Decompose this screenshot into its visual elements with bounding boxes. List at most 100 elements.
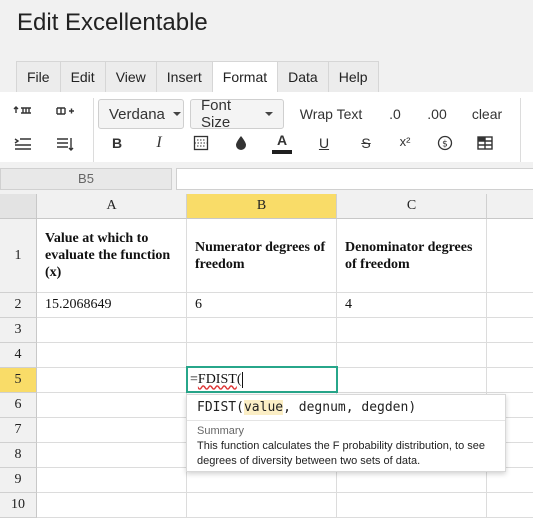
cell-a4[interactable] [37, 343, 187, 368]
bold-button[interactable]: B [106, 131, 128, 155]
menu-data[interactable]: Data [278, 62, 329, 92]
row-header-1[interactable]: 1 [0, 219, 37, 293]
cell-b3[interactable] [187, 318, 337, 343]
cell-c2[interactable]: 4 [337, 293, 487, 318]
cell-c3[interactable] [337, 318, 487, 343]
wrap-text-button[interactable]: Wrap Text [296, 102, 366, 126]
formula-open-paren: ( [236, 371, 242, 387]
row-header-6[interactable]: 6 [0, 393, 37, 418]
cell-d3[interactable] [487, 318, 533, 343]
underline-button[interactable]: U [313, 131, 335, 155]
indent-icon[interactable] [12, 132, 34, 156]
cell-b10[interactable] [187, 493, 337, 518]
cell-reference-box[interactable]: B5 [0, 168, 172, 190]
cell-c4[interactable] [337, 343, 487, 368]
row-header-9[interactable]: 9 [0, 468, 37, 493]
cell-b4[interactable] [187, 343, 337, 368]
column-header-b[interactable]: B [187, 194, 337, 219]
text-color-letter: A [276, 132, 288, 148]
font-size-dropdown[interactable]: Font Size [190, 97, 284, 131]
cell-d4[interactable] [487, 343, 533, 368]
insert-column-icon[interactable] [54, 102, 76, 126]
signature-function: FDIST( [197, 400, 244, 415]
menu-bar: File Edit View Insert Format Data Help [0, 56, 533, 92]
column-header-c[interactable]: C [337, 194, 487, 219]
insert-row-above-icon[interactable] [12, 102, 34, 126]
row-header-8[interactable]: 8 [0, 443, 37, 468]
menu-help[interactable]: Help [329, 62, 378, 92]
currency-icon[interactable]: $ [434, 131, 456, 155]
cell-a7[interactable] [37, 418, 187, 443]
cell-b1[interactable]: Numerator degrees of freedom [187, 219, 337, 293]
menu-edit[interactable]: Edit [61, 62, 106, 92]
cell-c10[interactable] [337, 493, 487, 518]
cell-d5[interactable] [487, 368, 533, 393]
cell-a2[interactable]: 15.2068649 [37, 293, 187, 318]
row-header-4[interactable]: 4 [0, 343, 37, 368]
cell-a5[interactable] [37, 368, 187, 393]
formula-function-name: FDIST [197, 371, 237, 387]
function-signature: FDIST(value, degnum, degden) [197, 400, 416, 415]
cell-a8[interactable] [37, 443, 187, 468]
cell-a9[interactable] [37, 468, 187, 493]
signature-remaining-arguments: , degnum, degden) [283, 400, 417, 415]
spreadsheet-grid: A B C 1 2 3 4 5 6 7 8 9 10 Value at whic… [0, 194, 533, 522]
menu-view[interactable]: View [106, 62, 157, 92]
italic-button[interactable]: I [148, 131, 170, 155]
cell-editor-b5[interactable]: = FDIST( [186, 366, 338, 393]
row-header-10[interactable]: 10 [0, 493, 37, 518]
decrease-decimal-button[interactable]: .0 [382, 102, 408, 126]
signature-active-argument: value [243, 400, 284, 415]
row-header-7[interactable]: 7 [0, 418, 37, 443]
formula-prefix: = [190, 371, 198, 387]
superscript-button[interactable]: x² [394, 129, 416, 153]
cell-a3[interactable] [37, 318, 187, 343]
svg-text:$: $ [442, 140, 448, 150]
cell-b2[interactable]: 6 [187, 293, 337, 318]
font-family-dropdown[interactable]: Verdana [98, 99, 184, 129]
column-header-a[interactable]: A [37, 194, 187, 219]
row-header-5[interactable]: 5 [0, 368, 37, 393]
title-bar: Edit Excellentable [0, 0, 533, 56]
increase-decimal-button[interactable]: .00 [422, 102, 452, 126]
merge-cells-icon[interactable] [474, 131, 496, 155]
font-size-value: Font Size [201, 97, 232, 131]
menu-insert[interactable]: Insert [157, 62, 213, 92]
formula-bar: B5 [0, 162, 533, 194]
cell-a6[interactable] [37, 393, 187, 418]
tooltip-divider [187, 420, 505, 421]
row-header-3[interactable]: 3 [0, 318, 37, 343]
formula-input[interactable] [176, 168, 533, 190]
text-color-swatch [272, 150, 292, 154]
cell-d10[interactable] [487, 493, 533, 518]
row-header-2[interactable]: 2 [0, 293, 37, 318]
summary-text: This function calculates the F probabili… [197, 440, 485, 467]
strikethrough-button[interactable]: S [355, 131, 377, 155]
cell-a1[interactable]: Value at which to evaluate the function … [37, 219, 187, 293]
menu-file[interactable]: File [17, 62, 61, 92]
outdent-icon[interactable] [54, 132, 76, 156]
format-toolbar: Verdana Font Size Wrap Text .0 .00 clear… [0, 92, 533, 162]
cell-c1[interactable]: Denominator degrees of freedom [337, 219, 487, 293]
cell-d2[interactable] [487, 293, 533, 318]
menu-tabs: File Edit View Insert Format Data Help [16, 61, 379, 92]
select-all-corner[interactable] [0, 194, 37, 219]
borders-icon[interactable] [190, 131, 212, 155]
chevron-down-icon [172, 112, 181, 116]
menu-format[interactable]: Format [212, 62, 279, 92]
fill-color-icon[interactable] [230, 131, 252, 155]
clear-button[interactable]: clear [468, 102, 506, 126]
cell-a10[interactable] [37, 493, 187, 518]
toolbar-divider [93, 98, 94, 162]
column-header-d[interactable] [487, 194, 533, 219]
page-title: Edit Excellentable [17, 9, 208, 36]
cell-d1[interactable] [487, 219, 533, 293]
chevron-down-icon [265, 112, 273, 116]
toolbar-divider [520, 98, 521, 162]
font-family-value: Verdana [109, 105, 165, 123]
text-color-button[interactable]: A [271, 128, 293, 158]
text-cursor [242, 371, 244, 388]
function-hint-tooltip: FDIST(value, degnum, degden) Summary Thi… [186, 394, 506, 472]
summary-label: Summary [197, 425, 245, 437]
cell-c5[interactable] [337, 368, 487, 393]
